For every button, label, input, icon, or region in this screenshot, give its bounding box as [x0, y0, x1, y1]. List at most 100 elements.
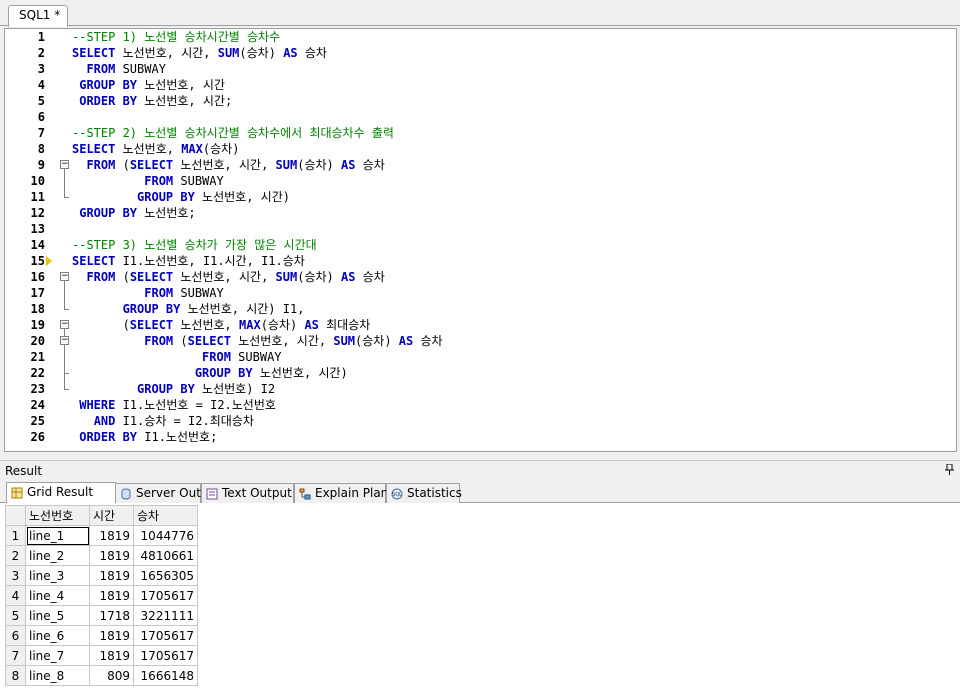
code-line[interactable]: GROUP BY 노선번호;	[72, 205, 195, 221]
table-row[interactable]: 5 line_5 1718 3221111	[5, 605, 198, 626]
tab-sql1[interactable]: SQL1 *	[8, 5, 68, 27]
code-line[interactable]: FROM (SELECT 노선번호, 시간, SUM(승차) AS 승차	[72, 269, 384, 285]
table-row[interactable]: 8 line_8 809 1666148	[5, 665, 198, 686]
cell-riders[interactable]: 4810661	[133, 545, 198, 566]
cell-line[interactable]: line_5	[25, 605, 90, 626]
row-number[interactable]: 7	[5, 645, 26, 666]
code-line[interactable]: SELECT 노선번호, MAX(승차)	[72, 141, 239, 157]
fold-toggle-icon[interactable]: −	[60, 336, 69, 345]
code-line[interactable]: (SELECT 노선번호, MAX(승차) AS 최대승차	[72, 317, 371, 333]
code-line[interactable]: FROM (SELECT 노선번호, 시간, SUM(승차) AS 승차	[72, 157, 385, 173]
cell-riders[interactable]: 1705617	[133, 645, 198, 666]
code-line[interactable]: GROUP BY 노선번호, 시간) I1,	[72, 301, 305, 317]
code-line[interactable]: --STEP 2) 노선별 승차시간별 승차수에서 최대승차수 출력	[72, 125, 394, 141]
cell-line[interactable]: line_1	[25, 525, 90, 546]
code-line[interactable]: SELECT 노선번호, 시간, SUM(승차) AS 승차	[72, 45, 327, 61]
cell-time[interactable]: 1718	[89, 605, 134, 626]
column-header[interactable]: 노선번호	[25, 505, 90, 526]
grid-corner[interactable]	[5, 505, 26, 526]
sql-keyword: GROUP BY	[79, 206, 138, 220]
code-line[interactable]: GROUP BY 노선번호, 시간	[72, 77, 225, 93]
cell-riders[interactable]: 1666148	[133, 665, 198, 686]
line-number: 14	[30, 238, 45, 252]
cell-line[interactable]: line_3	[25, 565, 90, 586]
sql-editor[interactable]: 1 2 3 4 5 6 7 8 9 10 11 12 13 14 15 16 17 18 19 20 21 22 23 24 2…	[4, 28, 957, 452]
code-line[interactable]: ORDER BY 노선번호, 시간;	[72, 93, 232, 109]
sql-text: 노선번호, 시간,	[173, 158, 276, 172]
table-row[interactable]: 4 line_4 1819 1705617	[5, 585, 198, 606]
cell-time[interactable]: 1819	[89, 525, 134, 546]
code-line[interactable]: GROUP BY 노선번호) I2	[72, 381, 275, 397]
row-number[interactable]: 5	[5, 605, 26, 626]
code-line[interactable]: AND I1.승차 = I2.최대승차	[72, 413, 254, 429]
cell-line[interactable]: line_7	[25, 645, 90, 666]
cell-time[interactable]: 809	[89, 665, 134, 686]
table-row[interactable]: 3 line_3 1819 1656305	[5, 565, 198, 586]
tab-statistics[interactable]: SQL Statistics	[386, 483, 462, 504]
tab-explain-plan[interactable]: Explain Plan	[294, 483, 389, 504]
column-header[interactable]: 시간	[89, 505, 134, 526]
sql-comment: --STEP 2) 노선별 승차시간별 승차수에서 최대승차수 출력	[72, 126, 394, 140]
table-row[interactable]: 2 line_2 1819 4810661	[5, 545, 198, 566]
fold-toggle-icon[interactable]: −	[60, 160, 69, 169]
code-line[interactable]: GROUP BY 노선번호, 시간)	[72, 189, 290, 205]
current-statement-arrow-icon	[46, 256, 52, 266]
sql-keyword: AS	[398, 334, 414, 348]
cell-riders[interactable]: 1705617	[133, 585, 198, 606]
cell-line[interactable]: line_2	[25, 545, 90, 566]
row-number[interactable]: 3	[5, 565, 26, 586]
cell-line[interactable]: line_4	[25, 585, 90, 606]
sql-keyword: FROM	[144, 334, 174, 348]
fold-guide	[64, 169, 65, 197]
row-number[interactable]: 1	[5, 525, 26, 546]
table-row[interactable]: 7 line_7 1819 1705617	[5, 645, 198, 666]
code-line[interactable]: SELECT I1.노선번호, I1.시간, I1.승차	[72, 253, 305, 269]
sql-keyword: SELECT	[129, 158, 174, 172]
editor-tab-strip: SQL1 *	[0, 0, 960, 27]
tab-text-output[interactable]: Text Output	[201, 483, 294, 504]
pin-icon[interactable]	[945, 463, 954, 478]
cell-riders[interactable]: 1705617	[133, 625, 198, 646]
code-line[interactable]: FROM SUBWAY	[72, 285, 223, 301]
cell-time[interactable]: 1819	[89, 645, 134, 666]
cell-riders[interactable]: 1656305	[133, 565, 198, 586]
code-area[interactable]: --STEP 1) 노선별 승차시간별 승차수 SELECT 노선번호, 시간, …	[72, 29, 952, 451]
row-number[interactable]: 4	[5, 585, 26, 606]
sql-keyword: SELECT	[72, 142, 116, 156]
panel-splitter[interactable]	[0, 452, 960, 460]
table-row[interactable]: 1 line_1 1819 1044776	[5, 525, 198, 546]
code-line[interactable]: --STEP 1) 노선별 승차시간별 승차수	[72, 29, 280, 45]
sql-text: 승차	[355, 158, 385, 172]
code-line[interactable]: ORDER BY I1.노선번호;	[72, 429, 217, 445]
cell-line[interactable]: line_6	[25, 625, 90, 646]
cell-time[interactable]: 1819	[89, 545, 134, 566]
row-number[interactable]: 2	[5, 545, 26, 566]
cell-riders[interactable]: 1044776	[133, 525, 198, 546]
row-number[interactable]: 6	[5, 625, 26, 646]
cell-time[interactable]: 1819	[89, 585, 134, 606]
tab-grid-result[interactable]: Grid Result	[6, 482, 116, 503]
row-number[interactable]: 8	[5, 665, 26, 686]
code-line[interactable]: --STEP 3) 노선별 승차가 가장 많은 시간대	[72, 237, 317, 253]
sql-text: (승차)	[297, 270, 341, 284]
cell-riders[interactable]: 3221111	[133, 605, 198, 626]
cell-time[interactable]: 1819	[89, 625, 134, 646]
fold-toggle-icon[interactable]: −	[60, 272, 69, 281]
code-line[interactable]: GROUP BY 노선번호, 시간)	[72, 365, 348, 381]
cell-line[interactable]: line_8	[25, 665, 90, 686]
result-panel-title: Result	[5, 464, 43, 478]
code-line[interactable]: FROM SUBWAY	[72, 173, 223, 189]
code-line[interactable]: WHERE I1.노선번호 = I2.노선번호	[72, 397, 276, 413]
tab-server-output[interactable]: Server Output	[115, 483, 221, 504]
fold-toggle-icon[interactable]: −	[60, 320, 69, 329]
code-line[interactable]: FROM (SELECT 노선번호, 시간, SUM(승차) AS 승차	[72, 333, 442, 349]
table-row[interactable]: 6 line_6 1819 1705617	[5, 625, 198, 646]
tab-label: Explain Plan	[315, 486, 389, 500]
cell-time[interactable]: 1819	[89, 565, 134, 586]
column-header[interactable]: 승차	[133, 505, 198, 526]
code-line[interactable]: FROM SUBWAY	[72, 61, 165, 77]
sql-text: I1.승차 = I2.최대승차	[115, 414, 254, 428]
code-line[interactable]: FROM SUBWAY	[72, 349, 281, 365]
